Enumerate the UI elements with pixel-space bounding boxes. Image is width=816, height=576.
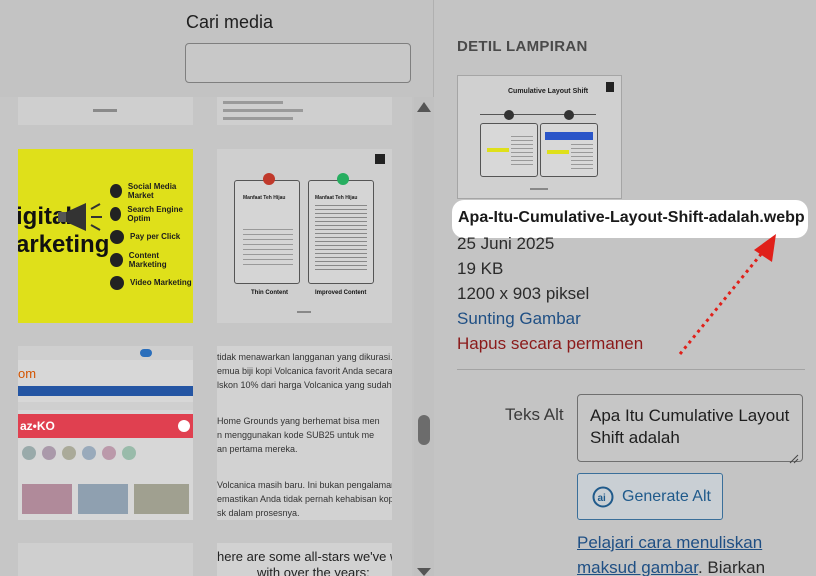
yellow-bar <box>487 148 509 152</box>
preview-title: Cumulative Layout Shift <box>508 88 589 95</box>
search-label: Cari media <box>186 12 274 32</box>
social-icon <box>110 183 122 198</box>
thumb-text-line <box>223 109 303 112</box>
thumb-text-line <box>223 117 293 120</box>
ai-icon: ai <box>592 486 614 507</box>
delete-permanently-link[interactable]: Hapus secara permanen <box>457 334 643 354</box>
search-button-icon <box>140 349 152 357</box>
product-image <box>134 484 189 514</box>
text-lines <box>511 136 533 166</box>
dm-list-item: Content Marketing <box>110 248 193 271</box>
nav-bar <box>18 386 193 396</box>
scrollbar-thumb[interactable] <box>418 415 430 445</box>
logo-icon <box>375 154 385 164</box>
megaphone-icon <box>58 203 102 231</box>
media-thumb-bottom-left[interactable] <box>18 543 193 576</box>
media-grid: igital arketing Social Media Market Sear… <box>0 97 412 576</box>
sub-nav <box>18 402 193 410</box>
video-icon <box>110 275 124 290</box>
category-icon <box>82 446 96 460</box>
media-thumb-website-screenshot[interactable]: om az•KO <box>18 346 193 520</box>
blue-bar <box>545 132 593 140</box>
next-arrow-icon <box>178 420 190 432</box>
promo-logo: az•KO <box>20 419 55 433</box>
category-icons <box>18 446 193 468</box>
attachment-details-heading: DETIL LAMPIRAN <box>457 38 588 55</box>
attachment-filename: Apa-Itu-Cumulative-Layout-Shift-adalah.w… <box>458 209 805 226</box>
learn-suffix: . Biarkan <box>697 558 766 576</box>
scroll-up-icon[interactable] <box>417 102 431 112</box>
category-icon <box>102 446 116 460</box>
preview-caption-line <box>530 188 548 190</box>
category-icon <box>22 446 36 460</box>
thin-content-card: Manfaat Teh Hijau <box>234 173 300 284</box>
snippet-text-2: with over the years: <box>257 565 370 576</box>
logo-icon <box>606 82 614 92</box>
media-thumb-thin-content[interactable]: Manfaat Teh Hijau Manfaat Teh Hijau Thin… <box>217 149 392 323</box>
thin-content-caption: Thin Content <box>251 290 288 296</box>
thumb-text-line <box>223 101 283 104</box>
dm-list-item: Search Engine Optim <box>110 202 193 225</box>
edit-image-link[interactable]: Sunting Gambar <box>457 309 581 329</box>
document-icon <box>110 252 123 267</box>
click-icon <box>110 229 124 244</box>
cross-icon <box>263 173 275 185</box>
step-1-icon <box>504 110 514 120</box>
divider <box>457 369 805 370</box>
learn-alt-help: Pelajari cara menuliskan maksud gambar. … <box>577 530 797 576</box>
category-icon <box>62 446 76 460</box>
thumb-caption-line <box>93 109 117 112</box>
media-thumb-1[interactable] <box>18 97 193 125</box>
text-lines <box>571 144 593 172</box>
svg-text:ai: ai <box>598 493 607 504</box>
search-media-input[interactable] <box>185 43 411 83</box>
media-thumb-digital-marketing[interactable]: igital arketing Social Media Market Sear… <box>18 149 193 323</box>
logo-text: om <box>18 366 37 381</box>
dm-list-item: Social Media Market <box>110 179 193 202</box>
dm-list-item: Video Marketing <box>110 271 193 294</box>
category-icon <box>122 446 136 460</box>
connector-line <box>480 114 596 115</box>
media-thumb-bottom-right[interactable]: here are some all-stars we've worke with… <box>217 543 392 576</box>
preview-card-2 <box>540 123 598 177</box>
text-lines <box>243 229 293 269</box>
article-text: tidak menawarkan langganan yang dikurasi… <box>217 352 392 518</box>
resize-handle-icon[interactable] <box>789 451 799 464</box>
promo-banner: az•KO <box>18 414 193 438</box>
generate-alt-button[interactable]: ai Generate Alt <box>577 473 723 520</box>
product-image <box>78 484 128 514</box>
dm-list-item: Pay per Click <box>110 225 193 248</box>
alt-text-field[interactable]: Apa Itu Cumulative Layout Shift adalah <box>577 394 803 462</box>
improved-content-card: Manfaat Teh Hijau <box>308 173 374 284</box>
dm-list: Social Media Market Search Engine Optim … <box>110 179 193 294</box>
browser-bar <box>18 346 193 360</box>
step-2-icon <box>564 110 574 120</box>
preview-card-1 <box>480 123 538 177</box>
yellow-bar <box>547 150 569 154</box>
generate-alt-label: Generate Alt <box>622 487 711 505</box>
improved-content-caption: Improved Content <box>315 290 367 296</box>
thumb-caption-line <box>297 311 311 313</box>
scroll-down-icon[interactable] <box>417 568 431 576</box>
category-icon <box>42 446 56 460</box>
product-image <box>22 484 72 514</box>
text-lines <box>315 205 367 273</box>
alt-text-label: Teks Alt <box>505 405 564 424</box>
attachment-date: 25 Juni 2025 <box>457 234 555 253</box>
attachment-filesize: 19 KB <box>457 259 504 278</box>
check-icon <box>337 173 349 185</box>
search-icon <box>110 206 122 221</box>
snippet-text: here are some all-stars we've worke <box>217 549 392 564</box>
grid-scrollbar[interactable] <box>414 97 434 576</box>
attachment-dimensions: 1200 x 903 piksel <box>457 284 590 303</box>
media-thumb-2[interactable] <box>217 97 392 125</box>
dm-title-2: arketing <box>18 231 110 258</box>
media-thumb-text-article[interactable]: tidak menawarkan langganan yang dikurasi… <box>217 346 392 520</box>
attachment-preview: Cumulative Layout Shift <box>457 75 622 199</box>
